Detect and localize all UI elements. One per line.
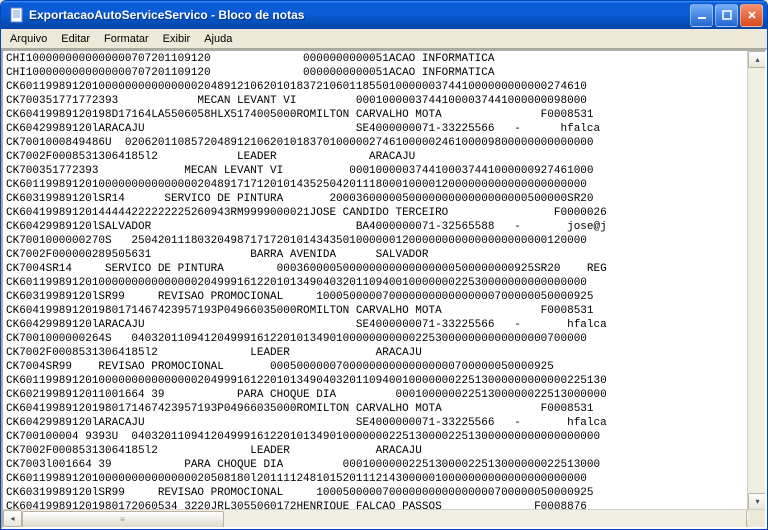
window-controls bbox=[690, 4, 763, 27]
app-icon bbox=[9, 7, 25, 23]
scrollbar-corner bbox=[748, 510, 765, 527]
menu-editar[interactable]: Editar bbox=[54, 32, 97, 46]
menu-exibir[interactable]: Exibir bbox=[156, 32, 198, 46]
scroll-up-button[interactable]: ▴ bbox=[748, 51, 767, 68]
window-title: ExportacaoAutoServiceServico - Bloco de … bbox=[29, 8, 690, 22]
menu-ajuda[interactable]: Ajuda bbox=[197, 32, 239, 46]
menu-formatar[interactable]: Formatar bbox=[97, 32, 156, 46]
notepad-window: ExportacaoAutoServiceServico - Bloco de … bbox=[0, 0, 768, 530]
horizontal-scroll-thumb[interactable]: ≡ bbox=[22, 511, 224, 528]
horizontal-scrollbar[interactable]: ◂ ≡ ▸ bbox=[3, 509, 765, 527]
scroll-down-button[interactable]: ▾ bbox=[748, 493, 767, 510]
menubar: Arquivo Editar Formatar Exibir Ajuda bbox=[1, 29, 767, 49]
maximize-button[interactable] bbox=[715, 4, 738, 27]
titlebar[interactable]: ExportacaoAutoServiceServico - Bloco de … bbox=[1, 1, 767, 29]
scroll-left-button[interactable]: ◂ bbox=[3, 510, 22, 527]
thumb-grip-icon: ≡ bbox=[120, 515, 126, 524]
close-button[interactable] bbox=[740, 4, 763, 27]
vertical-scrollbar[interactable]: ▴ ▾ bbox=[747, 51, 765, 510]
vertical-scroll-track[interactable] bbox=[748, 68, 765, 493]
horizontal-scroll-track[interactable]: ≡ bbox=[22, 511, 746, 526]
client-area: CHI1000000000000000707201109120 00000000… bbox=[1, 49, 767, 529]
menu-arquivo[interactable]: Arquivo bbox=[3, 32, 54, 46]
text-content[interactable]: CHI1000000000000000707201109120 00000000… bbox=[3, 51, 765, 509]
minimize-button[interactable] bbox=[690, 4, 713, 27]
